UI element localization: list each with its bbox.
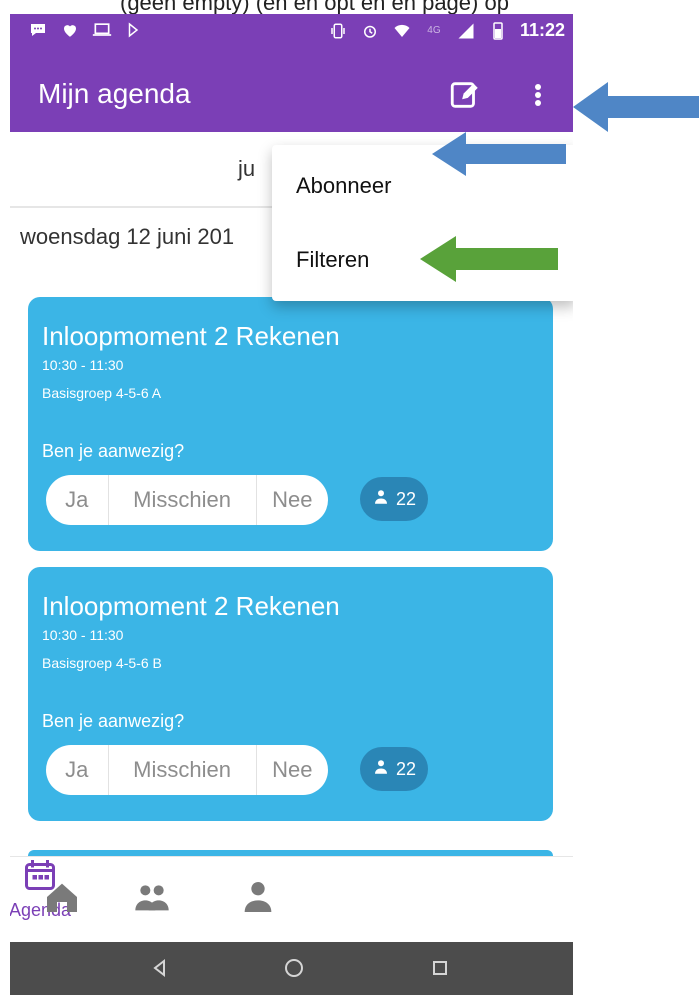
event-time: 10:30 - 11:30	[42, 357, 124, 373]
attendance-question: Ben je aanwezig?	[42, 441, 185, 461]
group-icon[interactable]	[130, 875, 174, 919]
person-icon	[372, 488, 390, 511]
video-icon	[124, 20, 144, 40]
option-misschien[interactable]: Misschien	[109, 475, 257, 525]
month-label: ju	[238, 156, 256, 181]
menu-item-filteren[interactable]: Filteren	[296, 247, 369, 273]
caption-text: (geen empty) (en en opt en en page) op	[120, 0, 509, 14]
status-time: 11:22	[519, 20, 565, 40]
day-label: woensdag 12 juni 201	[20, 224, 235, 249]
attendance-segment: Ja Misschien Nee	[46, 745, 328, 795]
attendance-segment: Ja Misschien Nee	[46, 475, 328, 525]
event-title: Inloopmoment 2 Rekenen	[42, 591, 340, 621]
event-group: Basisgroep 4-5-6 A	[42, 385, 162, 401]
heart-icon	[60, 20, 80, 40]
back-icon[interactable]	[146, 954, 174, 982]
option-nee[interactable]: Nee	[257, 745, 328, 795]
attendance-count: 22	[395, 488, 417, 509]
signal-label-icon: 4G	[427, 25, 441, 36]
event-title: Inloopmoment 2 Rekenen	[42, 321, 340, 351]
option-misschien[interactable]: Misschien	[109, 745, 257, 795]
wifi-icon	[392, 21, 412, 41]
alarm-icon	[360, 21, 380, 41]
menu-item-abonneer[interactable]: Abonneer	[296, 173, 391, 199]
battery-icon	[488, 21, 508, 41]
more-vert-icon[interactable]	[528, 78, 548, 112]
event-card-2[interactable]: Inloopmoment 2 Rekenen 10:30 - 11:30 Bas…	[28, 567, 553, 821]
person-icon	[372, 758, 390, 781]
laptop-icon	[92, 20, 112, 40]
option-ja[interactable]: Ja	[46, 745, 109, 795]
person-icon[interactable]	[236, 875, 280, 919]
option-ja[interactable]: Ja	[46, 475, 109, 525]
bottom-nav: Agenda	[10, 856, 573, 943]
app-bar: Mijn agenda	[10, 58, 573, 132]
attendance-count-badge[interactable]: 22	[360, 747, 428, 791]
attendance-count: 22	[395, 758, 417, 779]
home-circle-icon[interactable]	[280, 954, 308, 982]
top-caption-strip: (geen empty) (en en opt en en page) op	[0, 0, 699, 14]
recent-apps-icon[interactable]	[426, 954, 454, 982]
signal-icon	[456, 21, 476, 41]
home-icon[interactable]	[40, 875, 84, 919]
event-card-1[interactable]: Inloopmoment 2 Rekenen 10:30 - 11:30 Bas…	[28, 297, 553, 551]
annotation-arrow-green	[420, 236, 558, 282]
vibrate-icon	[328, 21, 348, 41]
event-group: Basisgroep 4-5-6 B	[42, 655, 162, 671]
annotation-arrow-blue	[432, 132, 566, 176]
edit-icon[interactable]	[448, 78, 482, 112]
attendance-count-badge[interactable]: 22	[360, 477, 428, 521]
notification-icon	[28, 20, 48, 40]
option-nee[interactable]: Nee	[257, 475, 328, 525]
attendance-question: Ben je aanwezig?	[42, 711, 185, 731]
annotation-arrow-blue	[573, 82, 699, 132]
system-navigation-bar	[10, 942, 573, 995]
event-time: 10:30 - 11:30	[42, 627, 124, 643]
page-title: Mijn agenda	[38, 78, 191, 109]
status-bar: 4G 11:22	[10, 14, 573, 58]
